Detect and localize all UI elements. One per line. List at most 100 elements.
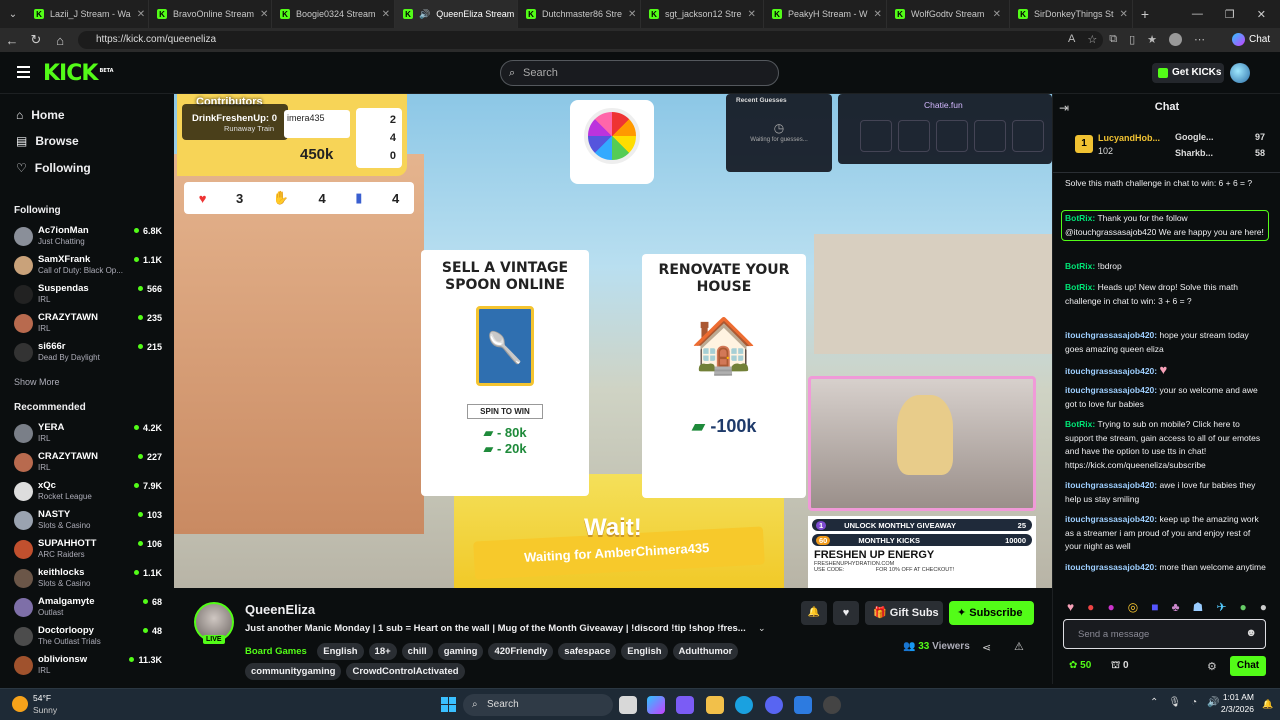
close-tab-icon[interactable]: ✕ bbox=[260, 9, 268, 20]
tag[interactable]: 18+ bbox=[368, 643, 397, 660]
favorite-star-icon[interactable]: ☆ bbox=[1087, 33, 1097, 46]
message-user[interactable]: BotRix: bbox=[1065, 419, 1095, 429]
search-input[interactable]: ⌕ Search bbox=[500, 60, 779, 86]
clock-date[interactable]: 2/3/2026 bbox=[1200, 704, 1254, 714]
gift-subs-button[interactable]: 🎁 Gift Subs bbox=[865, 601, 943, 625]
message-user[interactable]: itouchgrassasajob420: bbox=[1065, 366, 1157, 376]
chat-settings-icon[interactable]: ⚙ bbox=[1207, 660, 1217, 673]
recommended-channel[interactable]: YERA IRL 4.2K bbox=[14, 422, 164, 446]
share-icon[interactable]: ⋖ bbox=[982, 641, 991, 654]
browser-tab[interactable]: K Dutchmaster86 Stre ✕ bbox=[518, 0, 641, 28]
tag[interactable]: 420Friendly bbox=[488, 643, 554, 660]
browser-tab[interactable]: K WolfGodtv Stream ✕ bbox=[887, 0, 1010, 28]
refresh-icon[interactable]: ↻ bbox=[24, 32, 48, 48]
microphone-icon[interactable]: 🎙 bbox=[1168, 697, 1181, 708]
recommended-channel[interactable]: keithlocks Slots & Casino 1.1K bbox=[14, 567, 164, 591]
new-tab-icon[interactable]: + bbox=[1133, 6, 1157, 22]
settings-icon[interactable] bbox=[823, 696, 841, 714]
edge-browser-icon[interactable] bbox=[735, 696, 753, 714]
emoji-picker-icon[interactable]: ☻ bbox=[1245, 627, 1257, 639]
tag[interactable]: English bbox=[621, 643, 668, 660]
discord-icon[interactable] bbox=[765, 696, 783, 714]
browser-tab[interactable]: K Boogie0324 Stream ✕ bbox=[272, 0, 395, 28]
favorites-icon[interactable]: ★ bbox=[1147, 33, 1157, 46]
notification-bell-button[interactable]: 🔔 bbox=[801, 601, 827, 625]
close-tab-icon[interactable]: ✕ bbox=[382, 9, 390, 20]
taskbar-search[interactable]: ⌕ Search bbox=[463, 694, 613, 716]
following-channel[interactable]: si666r Dead By Daylight 215 bbox=[14, 341, 164, 365]
sidebar-item-following[interactable]: ♡ Following bbox=[16, 161, 91, 175]
message-user[interactable]: itouchgrassasajob420: bbox=[1065, 385, 1157, 395]
speaker-icon[interactable]: 🔊 bbox=[419, 9, 430, 20]
emote-icon[interactable]: ■ bbox=[1151, 600, 1158, 614]
maximize-icon[interactable]: ❐ bbox=[1225, 8, 1235, 21]
tag[interactable]: chill bbox=[401, 643, 433, 660]
message-user[interactable]: BotRix: bbox=[1065, 282, 1095, 292]
send-chat-button[interactable]: Chat bbox=[1230, 656, 1266, 676]
split-screen-icon[interactable]: ▯ bbox=[1129, 33, 1135, 46]
close-tab-icon[interactable]: ✕ bbox=[628, 9, 636, 20]
category-link[interactable]: Board Games bbox=[245, 646, 307, 657]
url-field[interactable]: https://kick.com/queeneliza bbox=[78, 31, 1103, 49]
clock-time[interactable]: 1:01 AM bbox=[1210, 692, 1254, 702]
emote-icon[interactable]: ♣ bbox=[1172, 600, 1180, 614]
file-explorer-icon[interactable] bbox=[706, 696, 724, 714]
recommended-channel[interactable]: NASTY Slots & Casino 103 bbox=[14, 509, 164, 533]
read-aloud-icon[interactable]: A bbox=[1068, 33, 1075, 46]
following-channel[interactable]: CRAZYTAWN IRL 235 bbox=[14, 312, 164, 336]
copilot-icon[interactable] bbox=[647, 696, 665, 714]
streamer-name[interactable]: QueenEliza bbox=[245, 602, 315, 617]
hamburger-menu-icon[interactable] bbox=[17, 66, 30, 78]
tab-list-icon[interactable]: ⌄ bbox=[0, 9, 26, 20]
close-window-icon[interactable]: ✕ bbox=[1257, 8, 1266, 21]
following-channel[interactable]: SamXFrank Call of Duty: Black Op... 1.1K bbox=[14, 254, 164, 278]
tray-chevron-icon[interactable]: ⌃ bbox=[1150, 697, 1158, 708]
copilot-chat-button[interactable]: Chat bbox=[1232, 33, 1270, 46]
report-icon[interactable]: ⚠ bbox=[1014, 640, 1024, 653]
chest-count[interactable]: ⛫ 0 bbox=[1111, 660, 1129, 673]
get-kicks-button[interactable]: Get KICKs bbox=[1152, 63, 1224, 83]
message-user[interactable]: BotRix: bbox=[1065, 213, 1095, 223]
browser-tab[interactable]: K Lazii_J Stream - Wa ✕ bbox=[26, 0, 149, 28]
message-user[interactable]: itouchgrassasajob420: bbox=[1065, 330, 1157, 340]
close-tab-icon[interactable]: ✕ bbox=[1120, 9, 1128, 20]
recommended-channel[interactable]: Amalgamyte Outlast 68 bbox=[14, 596, 164, 620]
subscribe-button[interactable]: ✦ Subscribe bbox=[949, 601, 1034, 625]
message-user[interactable]: itouchgrassasajob420: bbox=[1065, 480, 1157, 490]
browser-tab[interactable]: K SirDonkeyThings St ✕ bbox=[1010, 0, 1133, 28]
following-channel[interactable]: Suspendas IRL 566 bbox=[14, 283, 164, 307]
browser-tab[interactable]: K PeakyH Stream - W ✕ bbox=[764, 0, 887, 28]
browser-tab[interactable]: Ksgt_jackson12 Stre ✕ bbox=[641, 0, 764, 28]
tag[interactable]: safespace bbox=[558, 643, 617, 660]
message-user[interactable]: itouchgrassasajob420: bbox=[1065, 514, 1157, 524]
notification-bell-icon[interactable]: 🔔 bbox=[1262, 699, 1273, 710]
show-more-link[interactable]: Show More bbox=[14, 377, 60, 387]
kick-logo[interactable]: KICK BETA bbox=[43, 61, 114, 86]
emote-icon[interactable]: ● bbox=[1239, 600, 1246, 614]
chat-message-input[interactable]: Send a message ☻ bbox=[1063, 619, 1266, 649]
leader-name[interactable]: LucyandHob... bbox=[1098, 133, 1160, 143]
tag[interactable]: communitygaming bbox=[245, 663, 342, 680]
following-channel[interactable]: Ac7ionMan Just Chatting 6.8K bbox=[14, 225, 164, 249]
channel-points[interactable]: ✿ 50 bbox=[1069, 660, 1091, 671]
close-tab-icon[interactable]: ✕ bbox=[993, 9, 1001, 20]
recommended-channel[interactable]: oblivionsw IRL 11.3K bbox=[14, 654, 164, 678]
tag[interactable]: Adulthumor bbox=[672, 643, 739, 660]
expand-title-icon[interactable]: ⌄ bbox=[758, 623, 766, 634]
user-avatar[interactable] bbox=[1230, 63, 1250, 83]
weather-sun-icon[interactable] bbox=[12, 696, 28, 712]
emote-icon[interactable]: ◎ bbox=[1128, 600, 1138, 614]
follow-heart-button[interactable]: ♥ bbox=[833, 601, 859, 625]
app-icon[interactable] bbox=[676, 696, 694, 714]
message-user[interactable]: BotRix: bbox=[1065, 261, 1095, 271]
recommended-channel[interactable]: xQc Rocket League 7.9K bbox=[14, 480, 164, 504]
leader-row[interactable]: Google... 97 bbox=[1175, 132, 1265, 142]
extensions-icon[interactable]: ⧉ bbox=[1109, 33, 1117, 46]
home-browser-icon[interactable]: ⌂ bbox=[48, 33, 72, 48]
close-tab-icon[interactable]: ✕ bbox=[874, 9, 882, 20]
message-user[interactable]: itouchgrassasajob420: bbox=[1065, 562, 1157, 572]
close-tab-icon[interactable]: ✕ bbox=[748, 9, 756, 20]
minimize-icon[interactable]: — bbox=[1192, 8, 1203, 21]
leader-row[interactable]: Sharkb... 58 bbox=[1175, 148, 1265, 158]
emote-icon[interactable]: ● bbox=[1260, 600, 1267, 614]
